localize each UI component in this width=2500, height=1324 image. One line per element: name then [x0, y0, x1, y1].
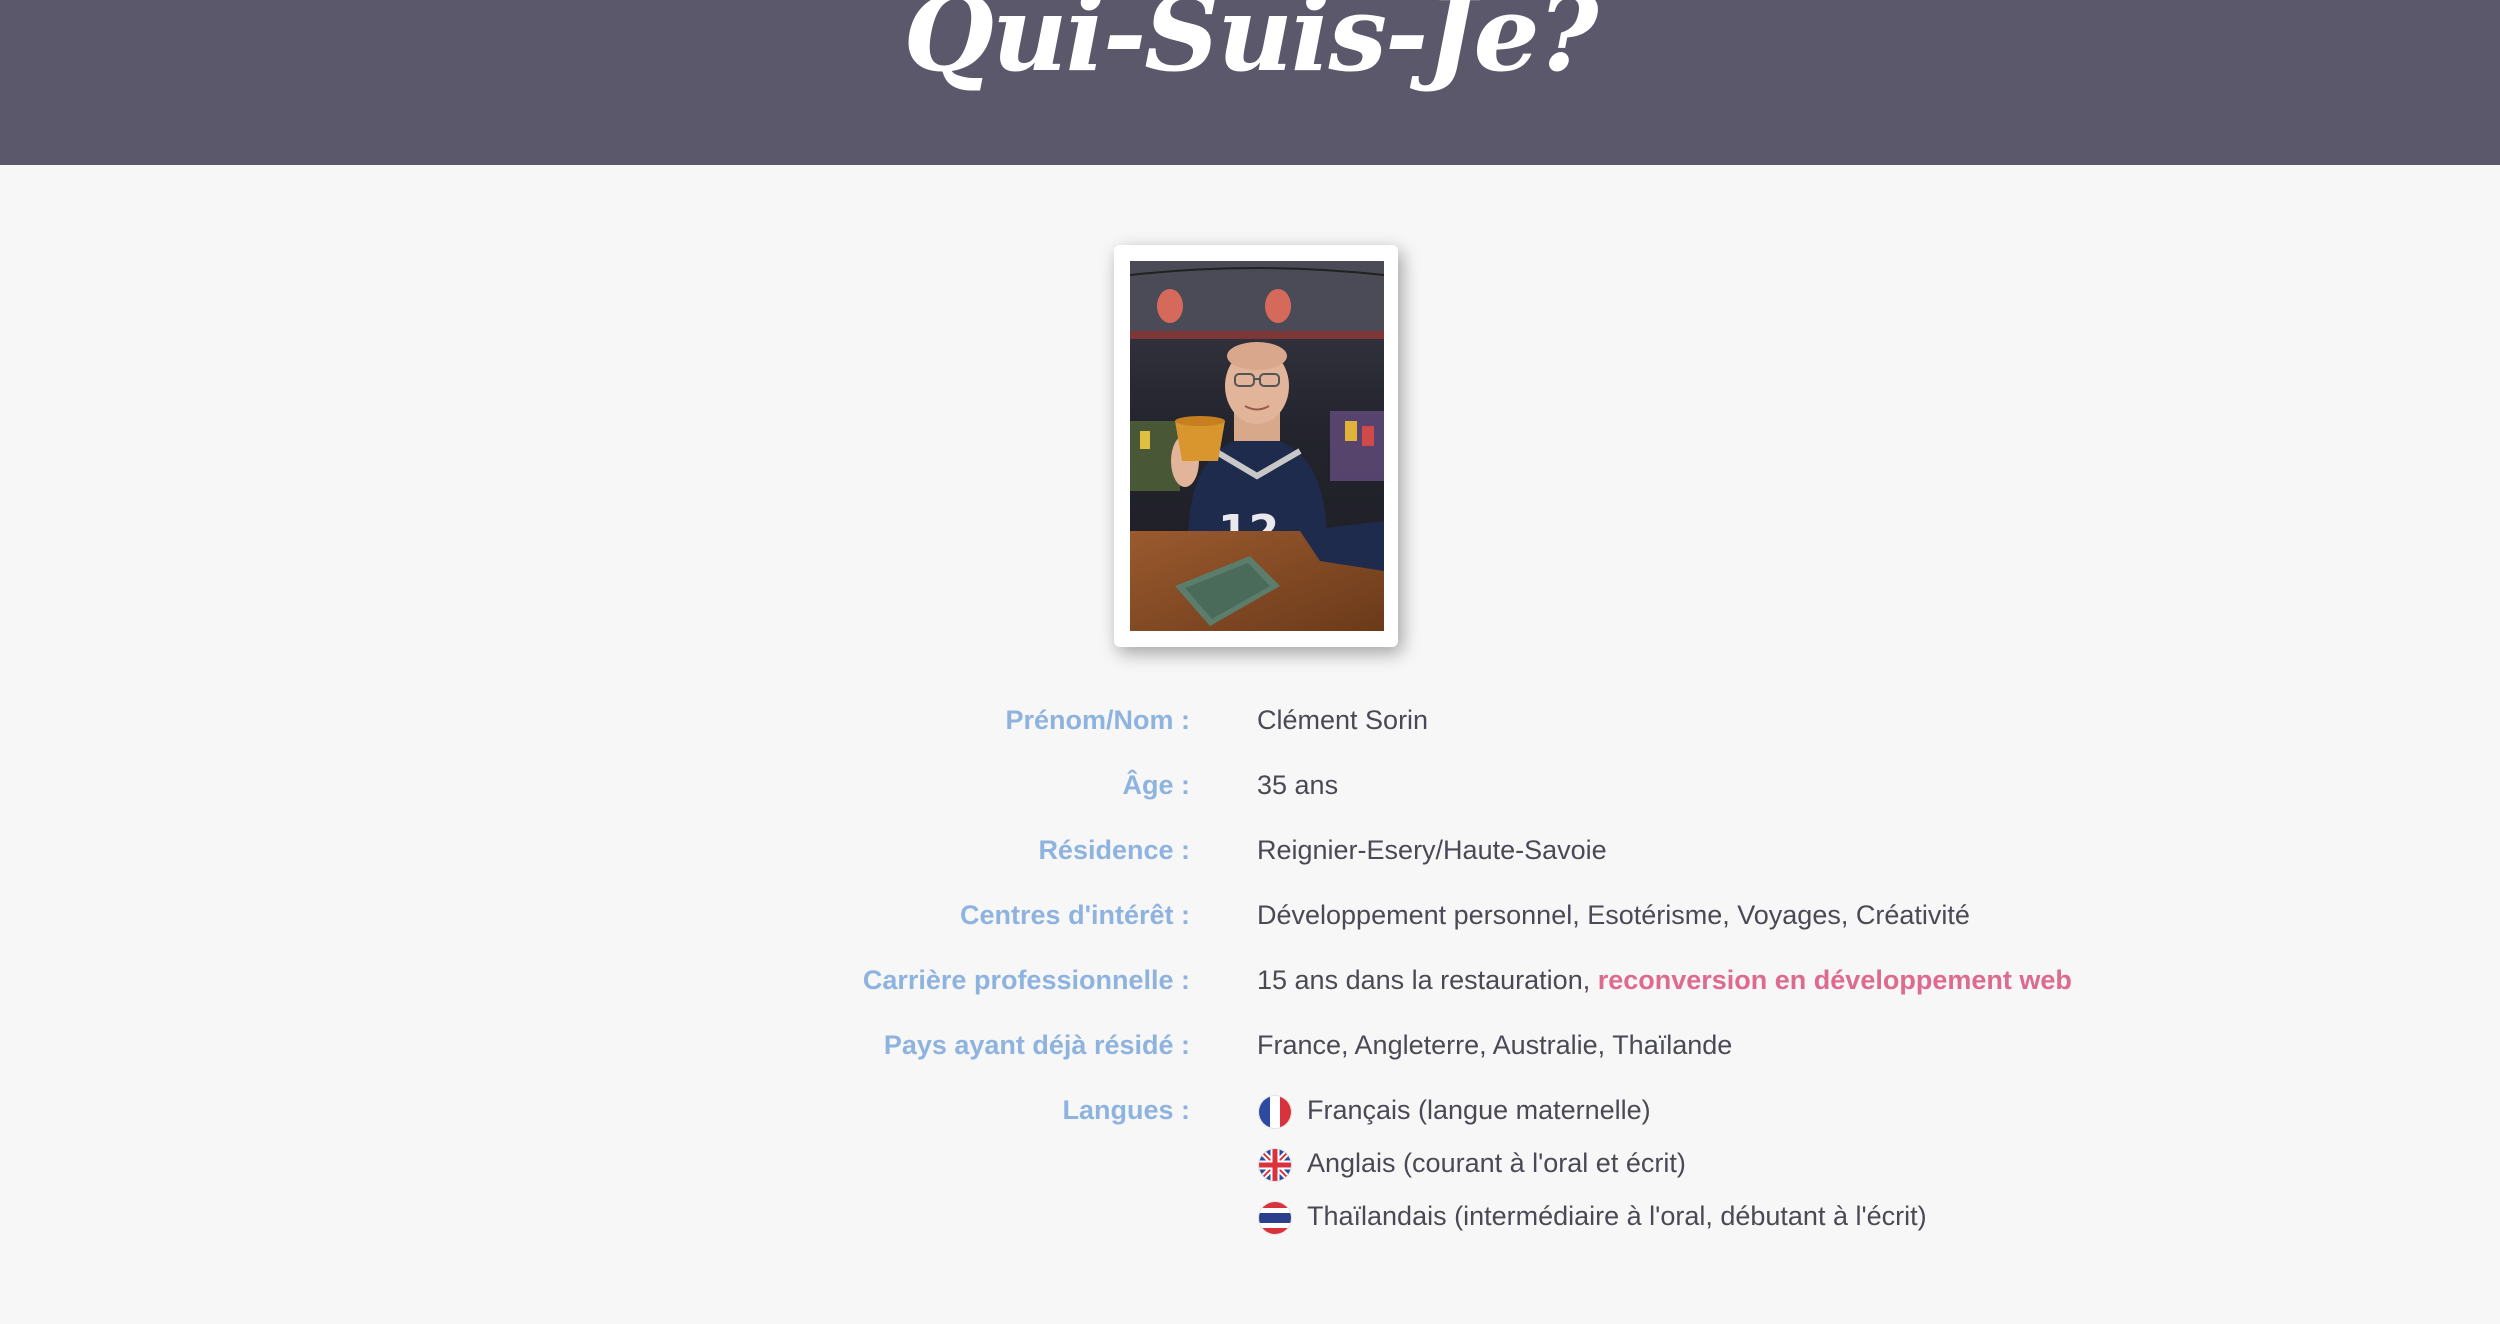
row-languages: Langues :: [0, 1090, 2500, 1130]
page-header: Qui-Suis-Je?: [0, 0, 2500, 165]
page-title: Qui-Suis-Je?: [903, 0, 1598, 95]
profile-photo-frame: 12: [1114, 245, 1398, 647]
profile-photo-illustration: 12: [1130, 261, 1384, 631]
label-countries: Pays ayant déjà résidé :: [883, 1030, 1190, 1060]
france-flag-icon: [1259, 1096, 1291, 1128]
row-interests: Centres d'intérêt : Développement person…: [0, 895, 2500, 935]
career-highlight: reconversion en développement web: [1597, 965, 2072, 995]
label-name: Prénom/Nom :: [1005, 705, 1190, 735]
value-name: Clément Sorin: [1257, 705, 1429, 735]
row-age: Âge : 35 ans: [0, 765, 2500, 805]
label-age: Âge :: [1122, 770, 1191, 800]
row-residence: Résidence : Reignier-Esery/Haute-Savoie: [0, 830, 2500, 870]
label-languages: Langues :: [1062, 1095, 1190, 1125]
profile-photo: 12: [1130, 261, 1384, 631]
language-text: Français (langue maternelle): [1307, 1095, 1651, 1125]
uk-flag-icon: [1259, 1149, 1291, 1181]
thailand-flag-icon: [1259, 1202, 1291, 1234]
value-age: 35 ans: [1257, 770, 1339, 800]
value-career-text: 15 ans dans la restauration,: [1257, 965, 1598, 995]
value-interests: Développement personnel, Esotérisme, Voy…: [1257, 900, 1970, 930]
label-residence: Résidence :: [1038, 835, 1190, 865]
label-career: Carrière professionnelle :: [862, 965, 1190, 995]
language-text: Thaïlandais (intermédiaire à l'oral, déb…: [1307, 1201, 1927, 1231]
row-career: Carrière professionnelle : 15 ans dans l…: [0, 960, 2500, 1000]
language-text: Anglais (courant à l'oral et écrit): [1307, 1148, 1686, 1178]
row-name: Prénom/Nom : Clément Sorin: [0, 700, 2500, 740]
row-countries: Pays ayant déjà résidé : France, Anglete…: [0, 1025, 2500, 1065]
value-career: 15 ans dans la restauration, reconversio…: [1257, 960, 2072, 1000]
value-residence: Reignier-Esery/Haute-Savoie: [1257, 835, 1607, 865]
value-countries: France, Angleterre, Australie, Thaïlande: [1257, 1030, 1733, 1060]
label-interests: Centres d'intérêt :: [960, 900, 1190, 930]
